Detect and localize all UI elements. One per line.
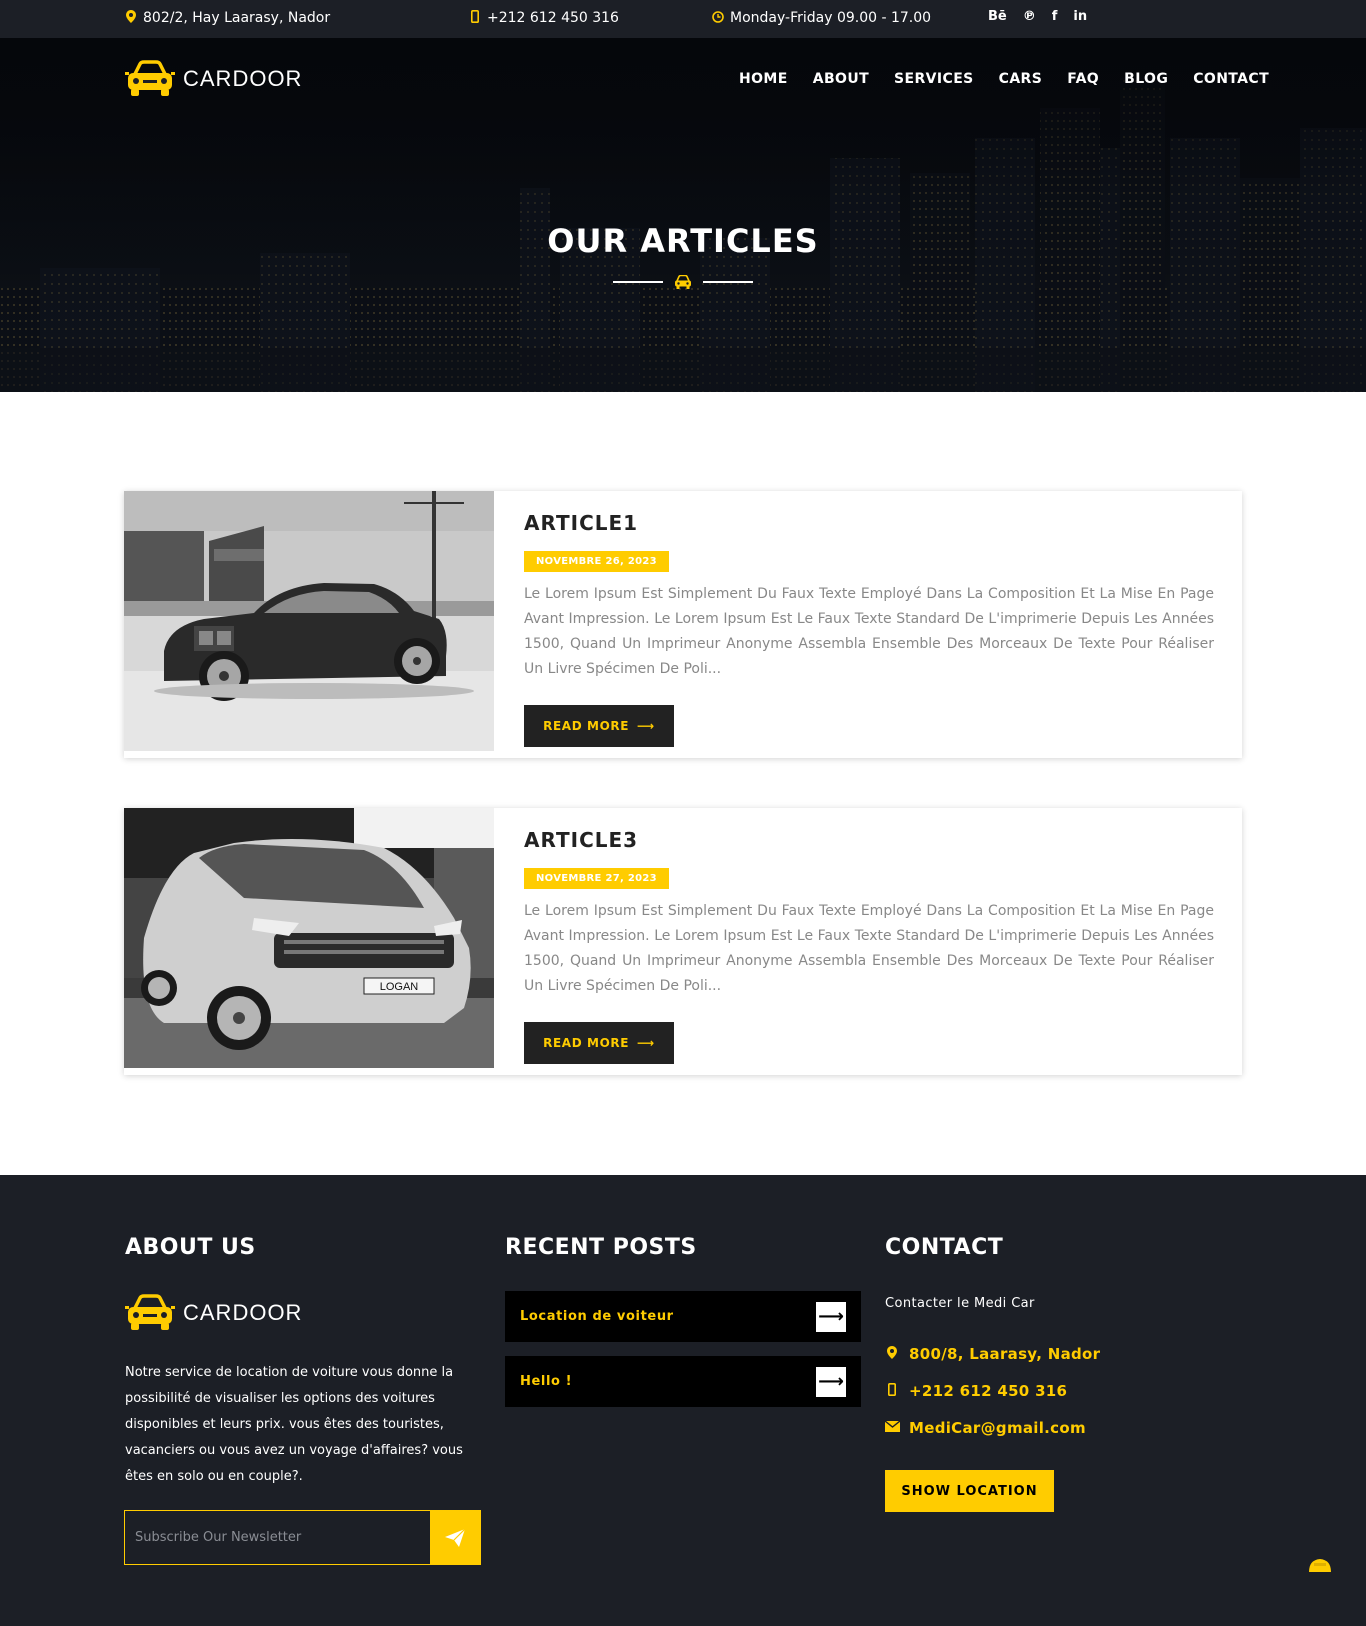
article-excerpt: Le Lorem Ipsum Est Simplement Du Faux Te… [524, 586, 1214, 677]
brand-logo[interactable]: CARDOOR [125, 60, 302, 98]
newsletter-form [124, 1510, 481, 1565]
map-marker-icon [885, 1345, 899, 1363]
read-more-label: READ MORE [543, 719, 630, 733]
divider-line-left [613, 281, 663, 283]
article-image[interactable] [124, 491, 494, 751]
contact-subtitle: Contacter le Medi Car [885, 1296, 1035, 1311]
clock-icon [712, 10, 724, 26]
nav-home[interactable]: HOME [739, 71, 788, 87]
nav-faq[interactable]: FAQ [1067, 71, 1099, 87]
arrow-right-icon: ⟶ [637, 1036, 655, 1050]
topbar-address: 802/2, Hay Laarasy, Nador [125, 10, 330, 26]
pinterest-icon[interactable]: ℗ [1023, 9, 1036, 24]
article-date-badge: NOVEMBRE 26, 2023 [524, 551, 669, 572]
license-plate: LOGAN [380, 981, 419, 993]
top-bar: 802/2, Hay Laarasy, Nador +212 612 450 3… [0, 0, 1366, 38]
contact-email: MediCar@gmail.com [884, 1419, 1086, 1437]
topbar-address-text: 802/2, Hay Laarasy, Nador [143, 10, 331, 26]
scroll-to-top-button[interactable] [1306, 1557, 1334, 1572]
article-content: ARTICLE3 NOVEMBRE 27, 2023 Le Lorem Ipsu… [524, 828, 1214, 999]
nav-cars[interactable]: CARS [999, 71, 1043, 87]
article-card: LOGAN ARTICLE3 NOVEMBRE 27, 2023 Le Lore… [124, 808, 1242, 1075]
arrow-right-icon: ⟶ [637, 719, 655, 733]
mobile-phone-icon [885, 1382, 899, 1400]
social-links: Bē ℗ f in [988, 9, 1087, 24]
article-date-badge: NOVEMBRE 27, 2023 [524, 868, 669, 889]
footer-brand-name: CARDOOR [183, 1300, 303, 1325]
topbar-hours: Monday-Friday 09.00 - 17.00 [712, 10, 931, 26]
about-title: ABOUT US [125, 1235, 256, 1260]
topbar-phone-text[interactable]: +212 612 450 316 [487, 10, 619, 26]
car-logo-icon [125, 1294, 175, 1330]
recent-post-item[interactable]: Hello ! ⟶ [505, 1356, 861, 1407]
nav-services[interactable]: SERVICES [894, 71, 974, 87]
car-logo-icon [125, 60, 175, 96]
main-menu: HOME ABOUT SERVICES CARS FAQ BLOG CONTAC… [739, 71, 1269, 87]
article-excerpt: Le Lorem Ipsum Est Simplement Du Faux Te… [524, 903, 1214, 994]
nav-about[interactable]: ABOUT [813, 71, 869, 87]
article-image[interactable]: LOGAN [124, 808, 494, 1068]
contact-address: 800/8, Laarasy, Nador [885, 1345, 1100, 1363]
recent-posts-title: RECENT POSTS [505, 1235, 697, 1260]
facebook-icon[interactable]: f [1052, 9, 1058, 24]
contact-title: CONTACT [885, 1235, 1004, 1260]
recent-post-item[interactable]: Location de voiteur ⟶ [505, 1291, 861, 1342]
car-icon [675, 275, 691, 289]
recent-post-title: Location de voiteur [520, 1309, 674, 1324]
envelope-icon [884, 1419, 901, 1436]
behance-icon[interactable]: Bē [988, 9, 1007, 24]
nav-contact[interactable]: CONTACT [1193, 71, 1269, 87]
main-navbar: CARDOOR HOME ABOUT SERVICES CARS FAQ BLO… [0, 38, 1366, 118]
contact-email-text[interactable]: MediCar@gmail.com [909, 1419, 1086, 1437]
paper-plane-icon [445, 1528, 465, 1547]
map-marker-icon [125, 10, 137, 26]
show-location-button[interactable]: SHOW LOCATION [885, 1470, 1054, 1512]
linkedin-icon[interactable]: in [1073, 9, 1087, 24]
title-divider [613, 272, 753, 292]
page-title: OUR ARTICLES [547, 222, 819, 260]
topbar-phone: +212 612 450 316 [469, 10, 619, 26]
recent-post-title: Hello ! [520, 1374, 573, 1389]
arrow-right-icon: ⟶ [816, 1301, 846, 1332]
article-title[interactable]: ARTICLE3 [524, 828, 1214, 852]
mobile-phone-icon [469, 10, 481, 26]
brand-name: CARDOOR [183, 66, 303, 91]
contact-address-text: 800/8, Laarasy, Nador [909, 1345, 1101, 1363]
car-icon [1309, 1559, 1331, 1572]
article-card: ARTICLE1 NOVEMBRE 26, 2023 Le Lorem Ipsu… [124, 491, 1242, 758]
read-more-label: READ MORE [543, 1036, 630, 1050]
footer-brand-logo[interactable]: CARDOOR [125, 1294, 302, 1332]
hero-banner: CARDOOR HOME ABOUT SERVICES CARS FAQ BLO… [0, 38, 1366, 392]
read-more-button[interactable]: READ MORE ⟶ [524, 1022, 674, 1064]
article-title[interactable]: ARTICLE1 [524, 511, 1214, 535]
newsletter-email-input[interactable] [125, 1511, 430, 1564]
newsletter-submit-button[interactable] [430, 1511, 480, 1564]
topbar-hours-text: Monday-Friday 09.00 - 17.00 [730, 10, 932, 26]
nav-blog[interactable]: BLOG [1124, 71, 1168, 87]
site-footer: ABOUT US CARDOOR Notre service de locati… [0, 1175, 1366, 1626]
read-more-button[interactable]: READ MORE ⟶ [524, 705, 674, 747]
article-content: ARTICLE1 NOVEMBRE 26, 2023 Le Lorem Ipsu… [524, 511, 1214, 682]
contact-phone: +212 612 450 316 [885, 1382, 1067, 1400]
divider-line-right [703, 281, 753, 283]
contact-phone-text[interactable]: +212 612 450 316 [909, 1382, 1067, 1400]
arrow-right-icon: ⟶ [816, 1366, 846, 1397]
about-description: Notre service de location de voiture vou… [125, 1365, 463, 1484]
